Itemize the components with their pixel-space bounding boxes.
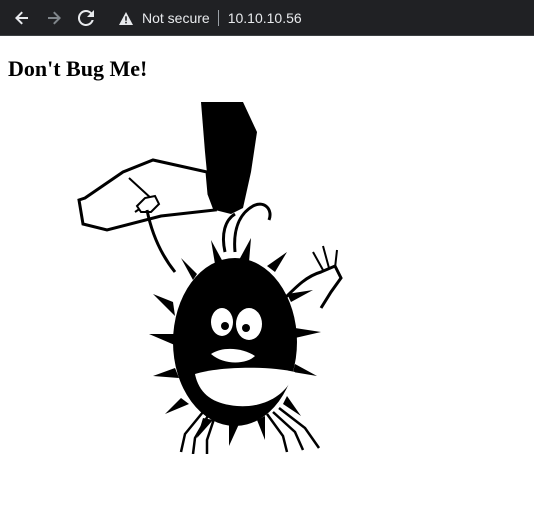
page-title: Don't Bug Me!: [8, 56, 148, 81]
warning-triangle-icon[interactable]: [118, 10, 134, 26]
bug-image: [77, 102, 343, 454]
security-status-label[interactable]: Not secure: [142, 10, 210, 26]
reload-icon: [78, 10, 94, 26]
browser-window: Not secure 10.10.10.56 Don't Bug Me!: [0, 0, 534, 518]
forward-button[interactable]: [42, 6, 66, 30]
browser-toolbar: Not secure 10.10.10.56: [0, 0, 534, 36]
reload-button[interactable]: [74, 6, 98, 30]
url-text[interactable]: 10.10.10.56: [228, 10, 302, 26]
page-content: Don't Bug Me!: [0, 36, 534, 518]
back-button[interactable]: [10, 6, 34, 30]
arrow-right-icon: [46, 10, 62, 26]
address-bar[interactable]: Not secure 10.10.10.56: [106, 0, 526, 36]
omnibox-divider: [217, 10, 219, 26]
arrow-left-icon: [14, 10, 30, 26]
